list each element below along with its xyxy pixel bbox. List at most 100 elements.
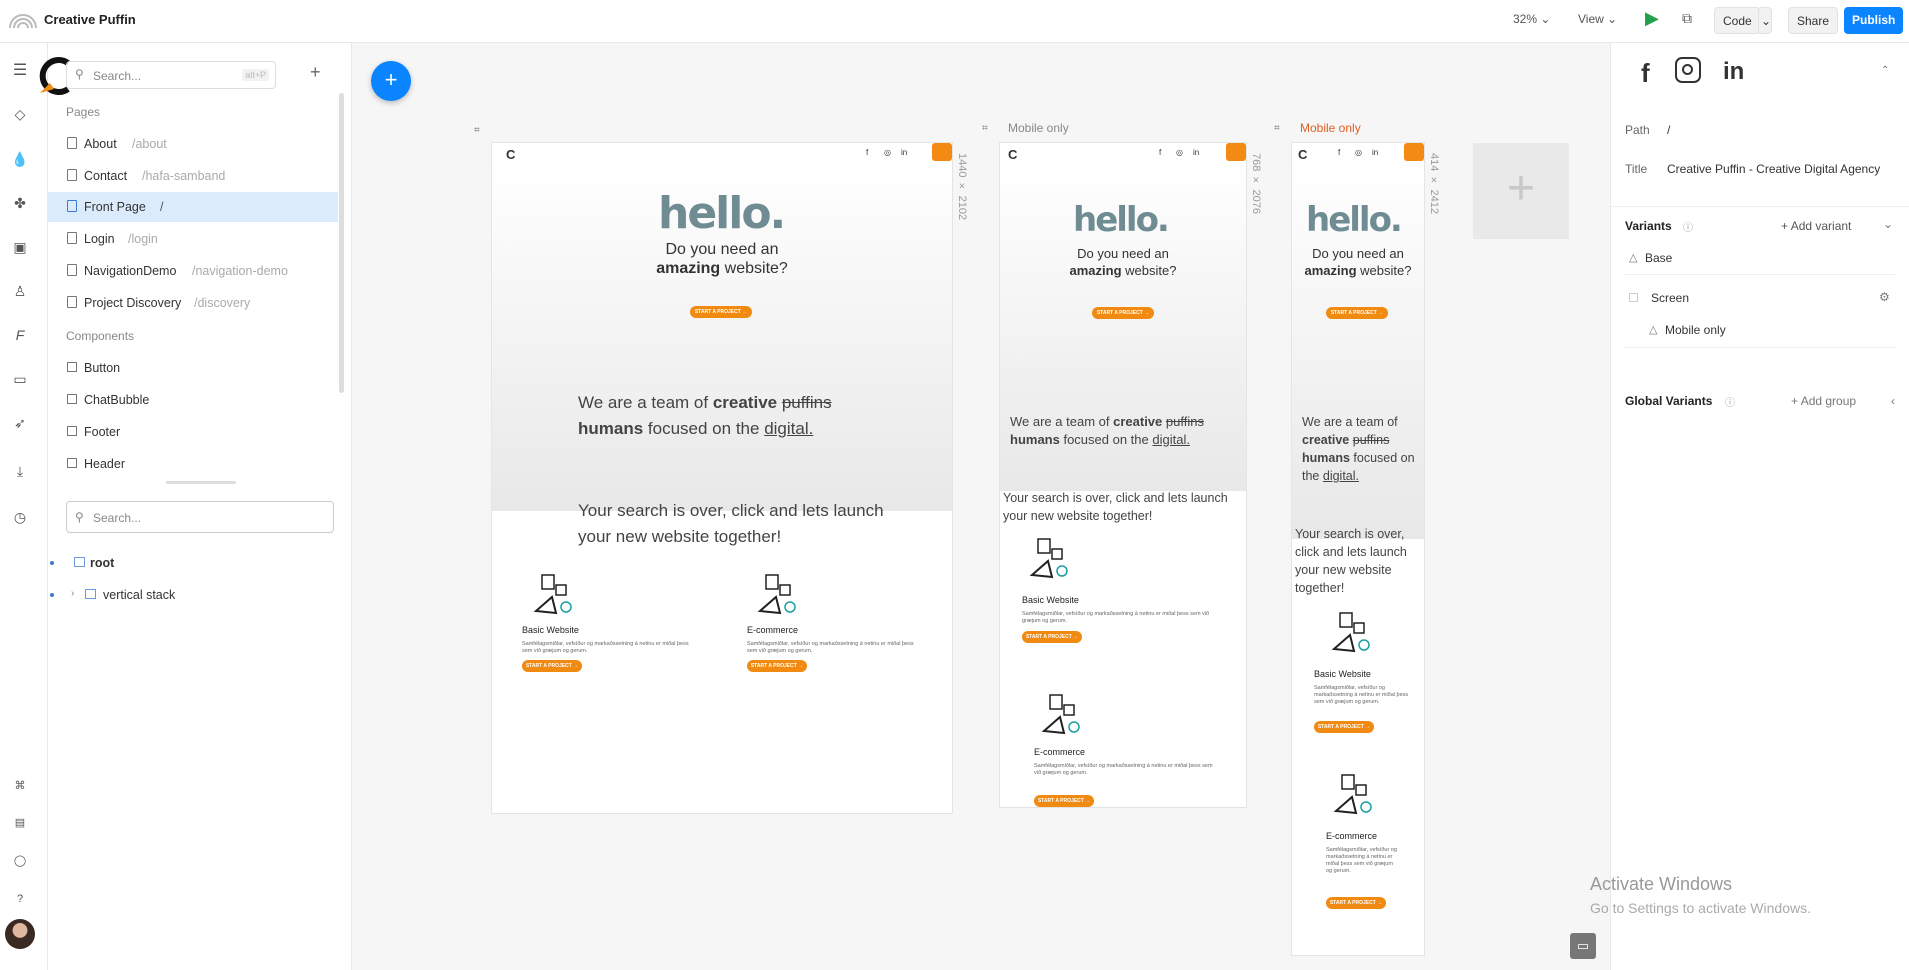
- code-button[interactable]: Code: [1714, 7, 1761, 34]
- start-project-button[interactable]: START A PROJECT →: [747, 660, 807, 672]
- responsive-icon[interactable]: ▭: [10, 369, 30, 389]
- view-menu[interactable]: View ⌄: [1578, 12, 1617, 26]
- facebook-icon[interactable]: f: [1338, 148, 1340, 157]
- linkedin-icon[interactable]: in: [1372, 148, 1378, 157]
- chevron-down-icon: ⌄: [1607, 12, 1618, 26]
- title-value[interactable]: Creative Puffin - Creative Digital Agenc…: [1667, 162, 1880, 176]
- panel-resize-handle[interactable]: [166, 481, 236, 484]
- megaphone-illustration-icon: [533, 574, 572, 615]
- tree-root[interactable]: root: [90, 556, 114, 570]
- menu-button[interactable]: [1226, 143, 1246, 161]
- add-element-button[interactable]: +: [371, 61, 411, 101]
- design-canvas[interactable]: + ⌗ C f ◎ in hello. Do you need an amazi…: [352, 43, 1610, 970]
- component-row-footer[interactable]: Footer: [48, 417, 338, 447]
- rocket-icon[interactable]: ➶: [10, 413, 30, 433]
- add-screen-button[interactable]: +: [1473, 143, 1569, 239]
- start-project-button[interactable]: START A PROJECT →: [690, 306, 752, 318]
- start-project-button[interactable]: START A PROJECT →: [1092, 307, 1154, 319]
- history-icon[interactable]: ◷: [10, 507, 30, 527]
- add-group-button[interactable]: + Add group: [1791, 394, 1856, 408]
- chat-icon[interactable]: ◯: [10, 851, 30, 871]
- start-project-button[interactable]: START A PROJECT →: [1326, 897, 1386, 909]
- page-search-field[interactable]: ⚲ Search... alt+P: [66, 61, 276, 89]
- start-project-button[interactable]: START A PROJECT →: [1022, 631, 1082, 643]
- page-row-about[interactable]: About/about: [48, 129, 338, 159]
- page-row-contact[interactable]: Contact/hafa-samband: [48, 161, 338, 191]
- page-row-front-page[interactable]: Front Page /: [48, 192, 338, 222]
- frame-handle-icon[interactable]: ⌗: [474, 125, 480, 136]
- menu-button[interactable]: [932, 143, 952, 161]
- tree-vertical-stack[interactable]: vertical stack: [103, 588, 175, 602]
- linkedin-icon[interactable]: in: [901, 148, 907, 157]
- linkedin-icon: in: [1723, 58, 1745, 85]
- instagram-icon[interactable]: ◎: [1355, 148, 1362, 157]
- page-row-login[interactable]: Login/login: [48, 224, 338, 254]
- mixins-icon[interactable]: ✤: [10, 193, 30, 213]
- preview-play-icon[interactable]: ▶: [1645, 8, 1659, 29]
- variant-base[interactable]: Base: [1645, 251, 1672, 265]
- facebook-icon[interactable]: f: [866, 148, 868, 157]
- component-row-button[interactable]: Button: [48, 353, 338, 383]
- settings-icon[interactable]: ▤: [10, 813, 30, 833]
- start-project-button[interactable]: START A PROJECT →: [1314, 721, 1374, 733]
- publish-button[interactable]: Publish: [1844, 7, 1904, 34]
- artboard-mobile[interactable]: C f ◎ in hello. Do you need an amazing w…: [1292, 143, 1424, 955]
- linkedin-icon[interactable]: in: [1193, 148, 1199, 157]
- comments-icon[interactable]: ▭: [1570, 933, 1596, 959]
- frame-handle-icon[interactable]: ⌗: [982, 123, 988, 134]
- component-row-chatbubble[interactable]: ChatBubble: [48, 385, 338, 415]
- tree-search-input[interactable]: Search...: [93, 511, 141, 525]
- user-avatar[interactable]: [5, 919, 35, 949]
- page-search-input[interactable]: Search...: [93, 69, 141, 83]
- artboard-desktop[interactable]: C f ◎ in hello. Do you need an amazing w…: [492, 143, 952, 813]
- megaphone-illustration-icon: [757, 574, 796, 615]
- page-path: /discovery: [194, 296, 251, 310]
- animations-icon[interactable]: ♙: [10, 281, 30, 301]
- facebook-icon[interactable]: f: [1159, 148, 1161, 157]
- variant-mobile-only[interactable]: Mobile only: [1665, 323, 1726, 337]
- page-name: Project Discovery: [84, 296, 182, 310]
- instagram-icon[interactable]: ◎: [884, 148, 891, 157]
- help-icon[interactable]: ?: [10, 889, 30, 909]
- screen-checkbox[interactable]: [1629, 293, 1638, 302]
- artboard-tablet[interactable]: C f ◎ in hello. Do you need an amazing w…: [1000, 143, 1246, 807]
- fonts-icon[interactable]: F: [10, 325, 30, 345]
- tokens-drop-icon[interactable]: 💧: [10, 149, 30, 169]
- component-name: Header: [84, 457, 125, 471]
- project-logo-icon[interactable]: [8, 10, 38, 30]
- app-title[interactable]: Creative Puffin: [44, 12, 136, 27]
- search-over-text: Your search is over, click and lets laun…: [1003, 491, 1228, 523]
- frame-handle-icon[interactable]: ⌗: [1274, 123, 1280, 134]
- outline-icon[interactable]: ☰: [10, 61, 30, 81]
- gear-icon[interactable]: ⚙: [1879, 290, 1890, 304]
- chevron-down-icon[interactable]: ⌄: [1883, 217, 1893, 231]
- keyboard-shortcuts-icon[interactable]: ⌘: [10, 776, 30, 796]
- share-button[interactable]: Share: [1788, 7, 1839, 34]
- menu-button[interactable]: [1404, 143, 1424, 161]
- page-row-project-discovery[interactable]: Project Discovery/discovery: [48, 288, 338, 318]
- images-icon[interactable]: ▣: [10, 237, 30, 257]
- add-page-icon[interactable]: +: [310, 62, 321, 83]
- pages-scrollbar[interactable]: [339, 93, 344, 393]
- zoom-select[interactable]: 32% ⌄: [1513, 12, 1550, 26]
- chevron-down-icon: ⌄: [1540, 12, 1551, 26]
- add-variant-button[interactable]: + Add variant: [1781, 219, 1851, 233]
- expand-chevron-icon[interactable]: ›: [71, 588, 74, 599]
- import-icon[interactable]: ⤓: [10, 461, 30, 481]
- start-project-button[interactable]: START A PROJECT →: [1034, 795, 1094, 807]
- page-name: About: [84, 137, 117, 151]
- page-row-navigationdemo[interactable]: NavigationDemo/navigation-demo: [48, 256, 338, 286]
- open-external-icon[interactable]: ⧉: [1682, 10, 1692, 27]
- frame-label[interactable]: Mobile only: [1008, 121, 1069, 135]
- start-project-button[interactable]: START A PROJECT →: [522, 660, 582, 672]
- instagram-icon[interactable]: ◎: [1176, 148, 1183, 157]
- tree-search-field[interactable]: ⚲ Search...: [66, 501, 334, 533]
- start-project-button[interactable]: START A PROJECT →: [1326, 307, 1388, 319]
- component-row-header[interactable]: Header: [48, 449, 338, 479]
- path-value[interactable]: /: [1667, 123, 1670, 137]
- frame-label[interactable]: Mobile only: [1300, 121, 1361, 135]
- components-icon[interactable]: ◇: [10, 104, 30, 124]
- chevron-left-icon[interactable]: ‹: [1891, 394, 1895, 408]
- code-dropdown-chevron-icon[interactable]: ⌄: [1758, 7, 1772, 34]
- collapse-icon[interactable]: ⌃: [1881, 65, 1889, 76]
